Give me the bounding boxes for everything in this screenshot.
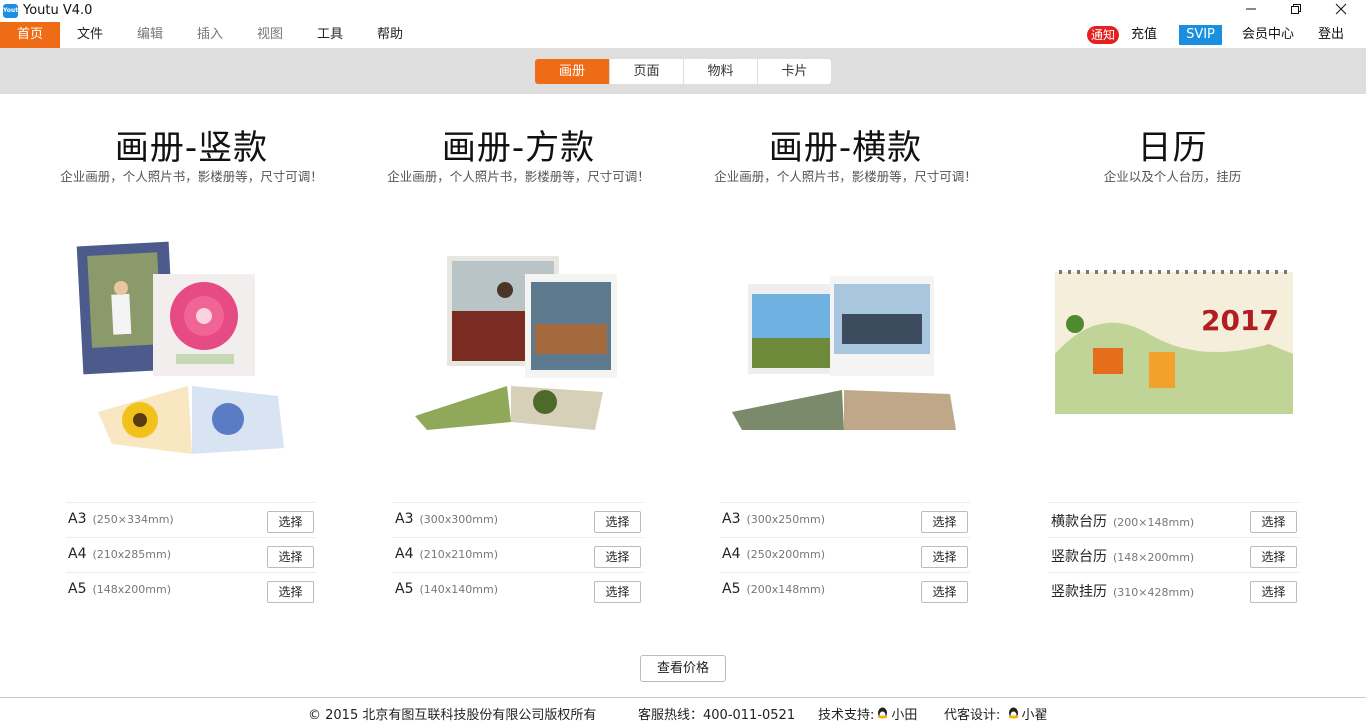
size-option-label: A5 (200x148mm) [722, 581, 825, 597]
size-option-row: A3 (300x250mm) 选择 [720, 502, 970, 537]
size-option-row: 竖款台历 (148×200mm) 选择 [1049, 537, 1299, 572]
size-option-label: 横款台历 (200×148mm) [1051, 514, 1195, 530]
product-title: 画册-横款 [768, 128, 923, 168]
category-tabs: 画册 页面 物料 卡片 [535, 59, 831, 84]
window-title: Youtu V4.0 [23, 3, 93, 18]
album-horizontal-image[interactable] [682, 234, 1009, 464]
size-option-row: 横款台历 (200×148mm) 选择 [1049, 502, 1299, 537]
size-option-label: 竖款挂历 (310×428mm) [1051, 584, 1195, 600]
size-options: A3 (250×334mm) 选择 A4 (210x285mm) 选择 A5 (148… [66, 502, 316, 607]
design-service-name: 小翟 [1021, 708, 1048, 723]
size-option-label: A4 (210x210mm) [395, 546, 498, 562]
size-option-row: A3 (300x300mm) 选择 [393, 502, 643, 537]
product-subtitle: 企业画册，个人照片书，影楼册等，尺寸可调！ [387, 169, 650, 184]
minimize-icon[interactable] [1228, 0, 1274, 22]
tech-support-label: 技术支持: [818, 708, 875, 723]
select-button[interactable]: 选择 [594, 511, 641, 533]
category-tab-bar: 画册 页面 物料 卡片 [0, 48, 1366, 94]
size-options: 横款台历 (200×148mm) 选择 竖款台历 (148×200mm) 选择 竖款… [1049, 502, 1299, 607]
size-option-label: A3 (250×334mm) [68, 511, 174, 527]
title-bar: Youtu Youtu V4.0 [0, 0, 1366, 22]
select-button[interactable]: 选择 [594, 546, 641, 568]
size-option-row: A3 (250×334mm) 选择 [66, 502, 316, 537]
product-subtitle: 企业以及个人台历，挂历 [1103, 169, 1242, 184]
size-option-label: A4 (210x285mm) [68, 546, 171, 562]
size-option-row: A4 (210x285mm) 选择 [66, 537, 316, 572]
notice-badge[interactable]: 通知 [1087, 26, 1120, 44]
product-card-album-horizontal: 画册-横款 企业画册，个人照片书，影楼册等，尺寸可调！ A3 (300x250mm… [682, 94, 1009, 614]
select-button[interactable]: 选择 [921, 511, 968, 533]
design-service-label: 代客设计: [944, 708, 1001, 723]
select-button[interactable]: 选择 [1250, 581, 1297, 603]
menu-view[interactable]: 视图 [240, 22, 300, 48]
product-card-album-vertical: 画册-竖款 企业画册，个人照片书，影楼册等，尺寸可调！ A3 (250×334mm… [28, 94, 355, 614]
menu-tools[interactable]: 工具 [300, 22, 360, 48]
album-square-image[interactable] [355, 234, 682, 464]
size-option-label: A3 (300x250mm) [722, 511, 825, 527]
select-button[interactable]: 选择 [1250, 511, 1297, 533]
close-icon[interactable] [1318, 0, 1364, 22]
size-options: A3 (300x300mm) 选择 A4 (210x210mm) 选择 A5 (140… [393, 502, 643, 607]
app-logo-icon: Youtu [3, 4, 22, 18]
size-option-label: A3 (300x300mm) [395, 511, 498, 527]
size-option-label: 竖款台历 (148×200mm) [1051, 549, 1195, 565]
product-title: 画册-方款 [441, 128, 596, 168]
tab-cards[interactable]: 卡片 [757, 59, 831, 84]
menu-help[interactable]: 帮助 [360, 22, 420, 48]
select-button[interactable]: 选择 [921, 546, 968, 568]
product-title: 日历 [1137, 128, 1208, 168]
size-options: A3 (300x250mm) 选择 A4 (250x200mm) 选择 A5 (200… [720, 502, 970, 607]
select-button[interactable]: 选择 [594, 581, 641, 603]
footer: © 2015 北京有图互联科技股份有限公司版权所有 客服热线：400-011-0… [0, 697, 1366, 727]
select-button[interactable]: 选择 [267, 546, 314, 568]
member-center-link[interactable]: 会员中心 [1242, 22, 1294, 48]
menu-insert[interactable]: 插入 [180, 22, 240, 48]
product-subtitle: 企业画册，个人照片书，影楼册等，尺寸可调！ [60, 169, 323, 184]
calendar-image[interactable]: 2017 [1009, 234, 1336, 464]
product-card-calendar: 日历 企业以及个人台历，挂历 2017 横款台历 (200×148mm) 选择 竖… [1009, 94, 1336, 614]
restore-icon[interactable] [1273, 0, 1319, 22]
size-option-row: A4 (250x200mm) 选择 [720, 537, 970, 572]
recharge-link[interactable]: 充值 [1131, 22, 1157, 48]
qq-icon [1008, 707, 1019, 719]
tech-support-name: 小田 [891, 708, 918, 723]
size-option-row: A5 (200x148mm) 选择 [720, 572, 970, 607]
calendar-year-text: 2017 [1201, 304, 1279, 337]
menu-home[interactable]: 首页 [0, 22, 60, 48]
product-title: 画册-竖款 [114, 128, 269, 168]
size-option-row: A5 (148x200mm) 选择 [66, 572, 316, 607]
select-button[interactable]: 选择 [1250, 546, 1297, 568]
view-price-button[interactable]: 查看价格 [640, 655, 726, 682]
size-option-label: A4 (250x200mm) [722, 546, 825, 562]
album-vertical-image[interactable] [28, 234, 355, 464]
menu-file[interactable]: 文件 [60, 22, 120, 48]
select-button[interactable]: 选择 [921, 581, 968, 603]
design-service[interactable]: 代客设计: 小翟 [944, 704, 1048, 723]
tab-materials[interactable]: 物料 [683, 59, 757, 84]
size-option-label: A5 (140x140mm) [395, 581, 498, 597]
size-option-label: A5 (148x200mm) [68, 581, 171, 597]
menu-edit[interactable]: 编辑 [120, 22, 180, 48]
tab-album[interactable]: 画册 [535, 59, 609, 84]
select-button[interactable]: 选择 [267, 581, 314, 603]
copyright-text: © 2015 北京有图互联科技股份有限公司版权所有 [308, 708, 597, 723]
qq-icon [877, 707, 888, 719]
product-subtitle: 企业画册，个人照片书，影楼册等，尺寸可调！ [714, 169, 977, 184]
size-option-row: 竖款挂历 (310×428mm) 选择 [1049, 572, 1299, 607]
size-option-row: A4 (210x210mm) 选择 [393, 537, 643, 572]
svip-badge[interactable]: SVIP [1179, 25, 1222, 45]
product-card-album-square: 画册-方款 企业画册，个人照片书，影楼册等，尺寸可调！ A3 (300x300mm… [355, 94, 682, 614]
tab-pages[interactable]: 页面 [609, 59, 683, 84]
logout-link[interactable]: 登出 [1318, 22, 1344, 48]
menu-bar: 首页 文件 编辑 插入 视图 工具 帮助 [0, 22, 1366, 48]
tech-support[interactable]: 技术支持: 小田 [818, 704, 917, 723]
size-option-row: A5 (140x140mm) 选择 [393, 572, 643, 607]
select-button[interactable]: 选择 [267, 511, 314, 533]
hotline-text: 客服热线：400-011-0521 [638, 708, 796, 723]
